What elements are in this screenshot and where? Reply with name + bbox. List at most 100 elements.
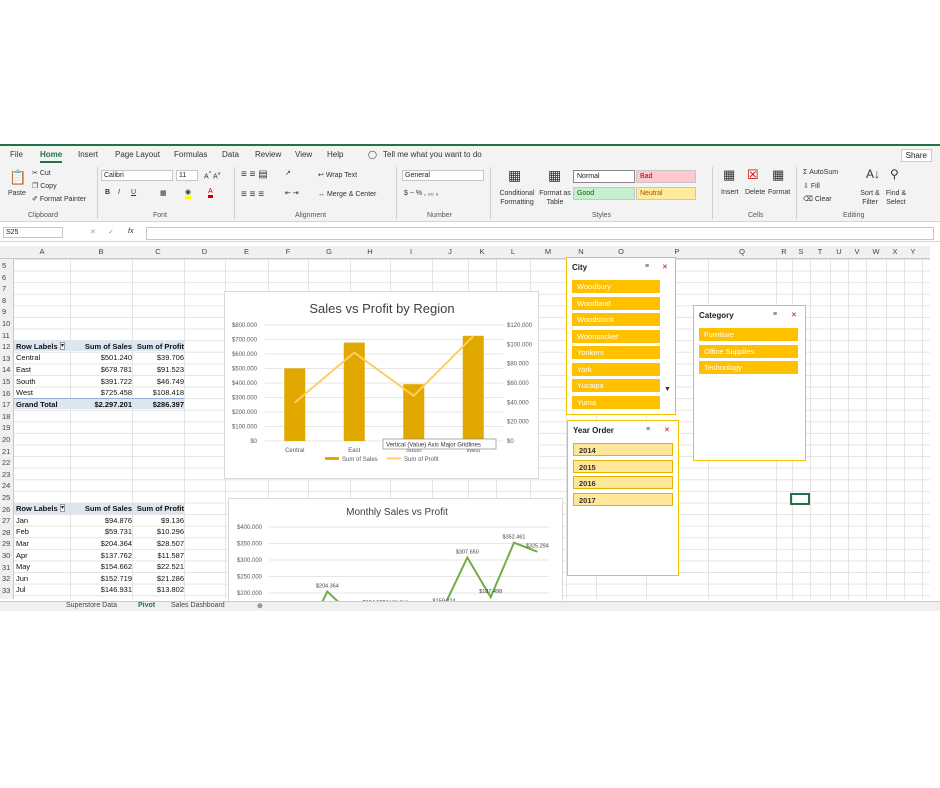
- row-header-22[interactable]: 22: [0, 458, 14, 467]
- column-header-m[interactable]: M: [530, 247, 566, 256]
- tab-file[interactable]: File: [10, 150, 23, 159]
- bold-button[interactable]: B: [105, 189, 110, 196]
- slicer-item[interactable]: 2014: [573, 443, 673, 456]
- slicer-item[interactable]: Woonsocket: [572, 329, 660, 343]
- italic-button[interactable]: I: [118, 189, 120, 196]
- row-header-33[interactable]: 33: [0, 586, 14, 595]
- column-header-r[interactable]: R: [776, 247, 792, 256]
- row-header-21[interactable]: 21: [0, 447, 14, 456]
- underline-button[interactable]: U: [131, 189, 136, 196]
- format-painter-button[interactable]: ✐ Format Painter: [32, 195, 86, 203]
- accounting-icon[interactable]: $ ~ % , ₀₀ ₀: [404, 190, 439, 197]
- column-header-d[interactable]: D: [184, 247, 225, 256]
- find-select-button[interactable]: Find & Select: [882, 189, 910, 207]
- slicer-item[interactable]: Technology: [699, 361, 798, 374]
- row-header-11[interactable]: 11: [0, 331, 14, 340]
- row-header-6[interactable]: 6: [0, 273, 14, 282]
- tab-view[interactable]: View: [295, 150, 312, 159]
- row-header-31[interactable]: 31: [0, 563, 14, 572]
- row-header-25[interactable]: 25: [0, 493, 14, 502]
- delete-button[interactable]: Delete: [745, 189, 765, 196]
- autosum-button[interactable]: Σ AutoSum: [803, 169, 838, 176]
- cut-button[interactable]: ✂ Cut: [32, 169, 51, 177]
- slicer-item[interactable]: Yuma: [572, 395, 660, 409]
- style-bad[interactable]: Bad: [636, 170, 696, 183]
- copy-button[interactable]: ❐ Copy: [32, 182, 57, 190]
- row-header-15[interactable]: 15: [0, 377, 14, 386]
- font-size-select[interactable]: 11: [176, 170, 198, 181]
- column-header-h[interactable]: H: [350, 247, 390, 256]
- column-header-u[interactable]: U: [830, 247, 848, 256]
- fill-button[interactable]: ⇩ Fill: [803, 182, 820, 190]
- cancel-icon[interactable]: ✕: [90, 228, 96, 236]
- column-header-s[interactable]: S: [792, 247, 810, 256]
- scroll-down-icon[interactable]: ▼: [664, 386, 671, 393]
- slicer-item[interactable]: Yucaipa: [572, 379, 660, 392]
- row-header-18[interactable]: 18: [0, 412, 14, 421]
- slicer-item[interactable]: Yonkers: [572, 346, 660, 359]
- column-header-a[interactable]: A: [14, 247, 70, 256]
- style-normal[interactable]: Normal: [573, 170, 635, 183]
- column-header-g[interactable]: G: [308, 247, 350, 256]
- slicer-item[interactable]: York: [572, 362, 660, 376]
- column-header-f[interactable]: F: [268, 247, 308, 256]
- row-header-14[interactable]: 14: [0, 365, 14, 374]
- sort-filter-button[interactable]: Sort & Filter: [858, 189, 882, 207]
- column-header-b[interactable]: B: [70, 247, 132, 256]
- clear-filter-icon[interactable]: ✕: [664, 426, 670, 434]
- clear-button[interactable]: ⌫ Clear: [803, 195, 832, 203]
- selected-cell[interactable]: [790, 493, 810, 505]
- sheet-tab-pivot[interactable]: Pivot: [138, 602, 155, 609]
- slicer-item[interactable]: Woodstock: [572, 313, 660, 326]
- clear-filter-icon[interactable]: ✕: [791, 311, 797, 319]
- column-header-e[interactable]: E: [225, 247, 268, 256]
- tab-home[interactable]: Home: [40, 150, 63, 163]
- fill-color-icon[interactable]: ◉: [185, 188, 192, 199]
- font-name-select[interactable]: Calibri: [101, 170, 173, 181]
- year-slicer[interactable]: Year Order ≡ ✕ 2014 2015 2016 2017: [567, 420, 679, 576]
- slicer-item[interactable]: Woodbury: [572, 280, 660, 293]
- row-header-29[interactable]: 29: [0, 539, 14, 548]
- tab-data[interactable]: Data: [222, 150, 239, 159]
- share-button[interactable]: Share: [900, 149, 932, 162]
- borders-icon[interactable]: ▦: [160, 189, 167, 197]
- slicer-item[interactable]: Furniture: [699, 328, 798, 341]
- formula-input[interactable]: [146, 227, 934, 240]
- column-header-q[interactable]: Q: [708, 247, 776, 256]
- row-header-26[interactable]: 26: [0, 505, 14, 514]
- format-button[interactable]: Format: [768, 189, 790, 196]
- slicer-item[interactable]: Office Supplies: [699, 344, 798, 358]
- row-header-7[interactable]: 7: [0, 284, 14, 293]
- row-header-28[interactable]: 28: [0, 528, 14, 537]
- add-sheet-icon[interactable]: ⊕: [257, 602, 263, 610]
- indent-icon[interactable]: ⇤ ⇥: [285, 189, 299, 197]
- row-header-24[interactable]: 24: [0, 481, 14, 490]
- row-header-9[interactable]: 9: [0, 307, 14, 316]
- multi-select-icon[interactable]: ≡: [645, 263, 649, 270]
- chart-monthly-sales-vs-profit[interactable]: Monthly Sales vs Profit $200.000 $250.000 $…: [228, 498, 563, 641]
- conditional-formatting-button[interactable]: Conditional Formatting: [496, 189, 538, 207]
- row-header-13[interactable]: 13: [0, 354, 14, 363]
- row-header-27[interactable]: 27: [0, 516, 14, 525]
- tab-insert[interactable]: Insert: [78, 150, 98, 159]
- filter-dropdown-icon[interactable]: ▾: [60, 341, 66, 350]
- tab-help[interactable]: Help: [327, 150, 343, 159]
- row-header-19[interactable]: 19: [0, 423, 14, 432]
- clear-filter-icon[interactable]: ✕: [662, 263, 668, 271]
- column-header-v[interactable]: V: [848, 247, 866, 256]
- tell-me-search[interactable]: Tell me what you want to do: [383, 150, 482, 159]
- tab-formulas[interactable]: Formulas: [174, 150, 207, 159]
- column-header-c[interactable]: C: [132, 247, 184, 256]
- slicer-item[interactable]: Woodland: [572, 296, 660, 310]
- name-box[interactable]: S25: [3, 227, 63, 238]
- insert-function-button[interactable]: fx: [128, 228, 133, 235]
- insert-button[interactable]: Insert: [721, 189, 739, 196]
- tab-review[interactable]: Review: [255, 150, 281, 159]
- font-color-icon[interactable]: A: [208, 188, 213, 198]
- tab-page-layout[interactable]: Page Layout: [115, 150, 160, 159]
- row-header-8[interactable]: 8: [0, 296, 14, 305]
- column-header-o[interactable]: O: [596, 247, 646, 256]
- paste-button[interactable]: Paste: [8, 190, 26, 197]
- row-header-30[interactable]: 30: [0, 551, 14, 560]
- slicer-item[interactable]: 2016: [573, 476, 673, 489]
